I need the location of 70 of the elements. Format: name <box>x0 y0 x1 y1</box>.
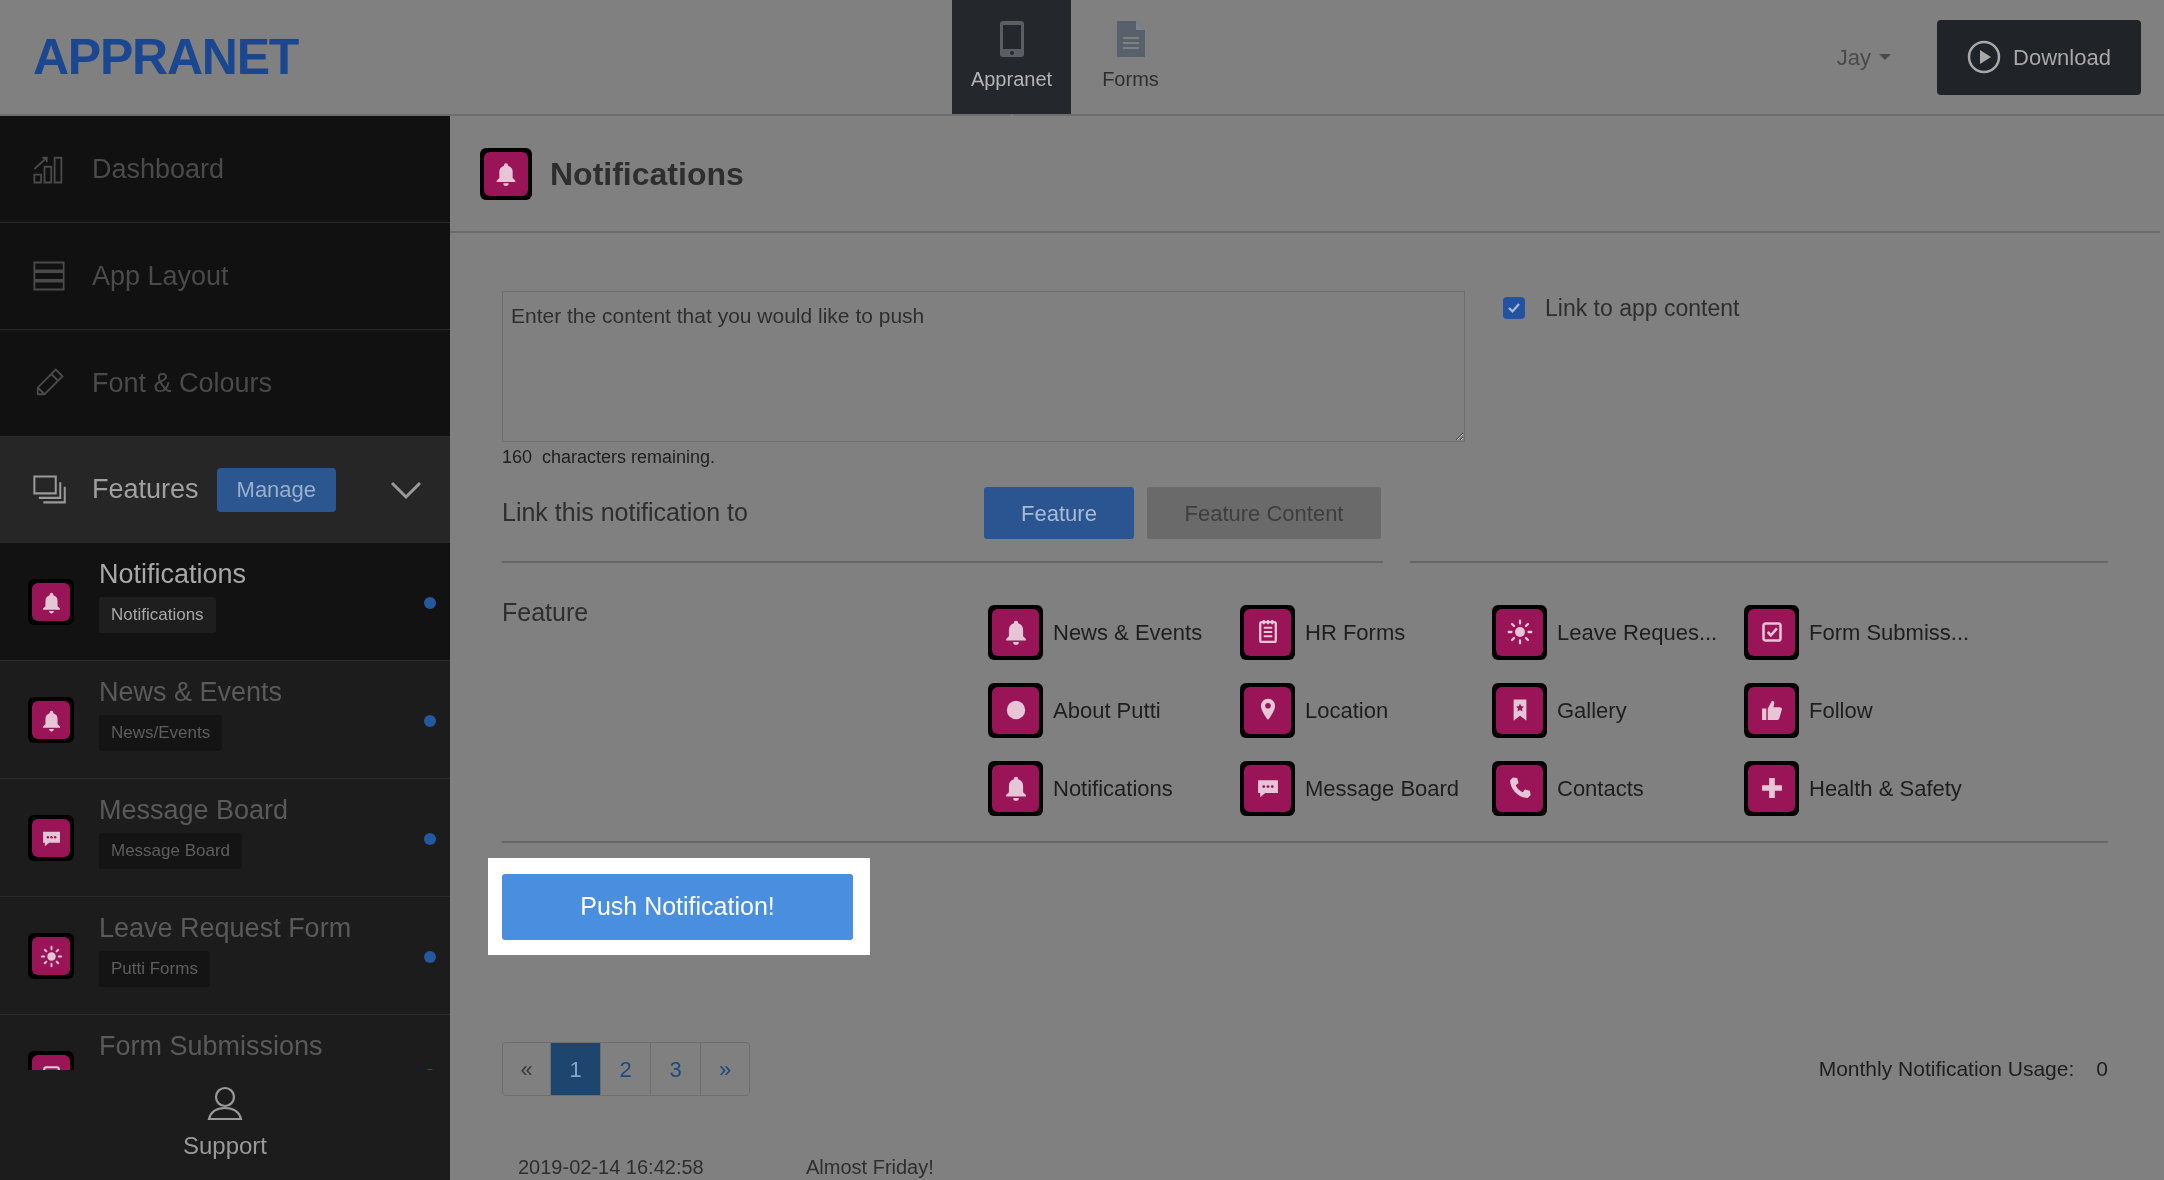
feature-tag: Notifications <box>99 597 216 633</box>
sidebar-nav-item[interactable]: Dashboard <box>0 116 450 223</box>
feature-list-item[interactable]: News & Events News/Events <box>0 661 450 779</box>
feature-option[interactable]: About Putti <box>1053 693 1161 727</box>
feature-title: Message Board <box>99 794 289 827</box>
feature-option[interactable]: Follow <box>1809 693 1873 727</box>
smartphone-icon <box>998 20 1025 58</box>
feature-list-item[interactable]: Leave Request Form Putti Forms <box>0 897 450 1015</box>
history-date: 2019-02-14 16:42:58 <box>518 1155 705 1180</box>
usage-label: Monthly Notification Usage: <box>1818 1056 2075 1083</box>
notepad-icon <box>1240 604 1295 660</box>
message-input[interactable]: Enter the content that you would like to push <box>502 291 1465 442</box>
feature-title: Notifications <box>99 558 247 591</box>
play-icon <box>1967 40 2002 74</box>
phone-icon <box>1492 760 1547 816</box>
feature-option[interactable]: Message Board <box>1305 771 1460 805</box>
plus-icon <box>1744 760 1799 816</box>
bookmark-icon <box>1492 682 1547 738</box>
chevron-icon[interactable] <box>390 479 422 500</box>
chat-bubble-icon <box>1240 760 1295 816</box>
page-button[interactable]: 3 <box>651 1043 701 1095</box>
feature-option[interactable]: Health & Safety <box>1809 771 1962 805</box>
sidebar-section-label: Features <box>92 473 199 507</box>
page-title: Notifications <box>550 154 744 194</box>
manage-button[interactable]: Manage <box>216 467 337 512</box>
character-counter: 160 characters remaining. <box>502 446 717 469</box>
chat-bubble-icon <box>28 815 74 861</box>
feature-tag: News/Events <box>99 715 223 751</box>
app-logo: APPRANET <box>33 32 300 82</box>
push-notification-button[interactable]: Push Notification! <box>502 873 853 940</box>
bell-icon <box>988 760 1043 816</box>
history-message: Almost Friday! <box>806 1155 934 1180</box>
bell-icon <box>28 579 74 625</box>
caret-icon <box>1879 54 1891 60</box>
feature-tag: Putti Forms <box>99 951 210 987</box>
feature-option[interactable]: Leave Reques... <box>1557 615 1718 649</box>
feature-label: Feature <box>502 597 590 628</box>
map-pin-icon <box>1240 682 1295 738</box>
sun-icon <box>1492 604 1547 660</box>
bell-icon <box>480 147 532 200</box>
next-page-button[interactable]: » <box>701 1043 749 1095</box>
feature-option[interactable]: Contacts <box>1557 771 1644 805</box>
feature-title: Leave Request Form <box>99 912 352 945</box>
feature-option[interactable]: News & Events <box>1053 615 1203 649</box>
feature-title: News & Events <box>99 676 283 709</box>
usage-count: 0 <box>2096 1056 2108 1083</box>
document-icon <box>1115 20 1146 58</box>
feature-option[interactable]: Form Submiss... <box>1809 615 1970 649</box>
checkbox-label: Link to app content <box>1545 294 1740 323</box>
checkbox[interactable] <box>1503 297 1525 320</box>
feature-tag: Message Board <box>99 833 243 869</box>
feature-option[interactable]: HR Forms <box>1305 615 1406 649</box>
support-button[interactable]: Support <box>0 1070 450 1180</box>
feature-option[interactable]: Location <box>1305 693 1389 727</box>
bell-icon <box>988 604 1043 660</box>
link-option-button[interactable]: Feature <box>984 487 1134 539</box>
sun-icon <box>28 933 74 979</box>
download-button[interactable]: Download <box>1937 19 2141 95</box>
feature-title: Form Submissions <box>99 1030 323 1063</box>
page-button[interactable]: 2 <box>601 1043 651 1095</box>
feature-option[interactable]: Notifications <box>1053 771 1173 805</box>
bell-icon <box>28 697 74 743</box>
page-button[interactable]: 1 <box>551 1043 601 1095</box>
thumbs-up-icon <box>1744 682 1799 738</box>
feature-list-item[interactable]: Message Board Message Board <box>0 779 450 897</box>
feature-option[interactable]: Gallery <box>1557 693 1627 727</box>
top-nav-tab[interactable]: Forms <box>1071 0 1190 114</box>
sidebar-nav-item[interactable]: App Layout <box>0 223 450 330</box>
link-label: Link this notification to <box>502 497 749 529</box>
feature-list-item[interactable]: Form Submissions <box>0 1015 450 1070</box>
